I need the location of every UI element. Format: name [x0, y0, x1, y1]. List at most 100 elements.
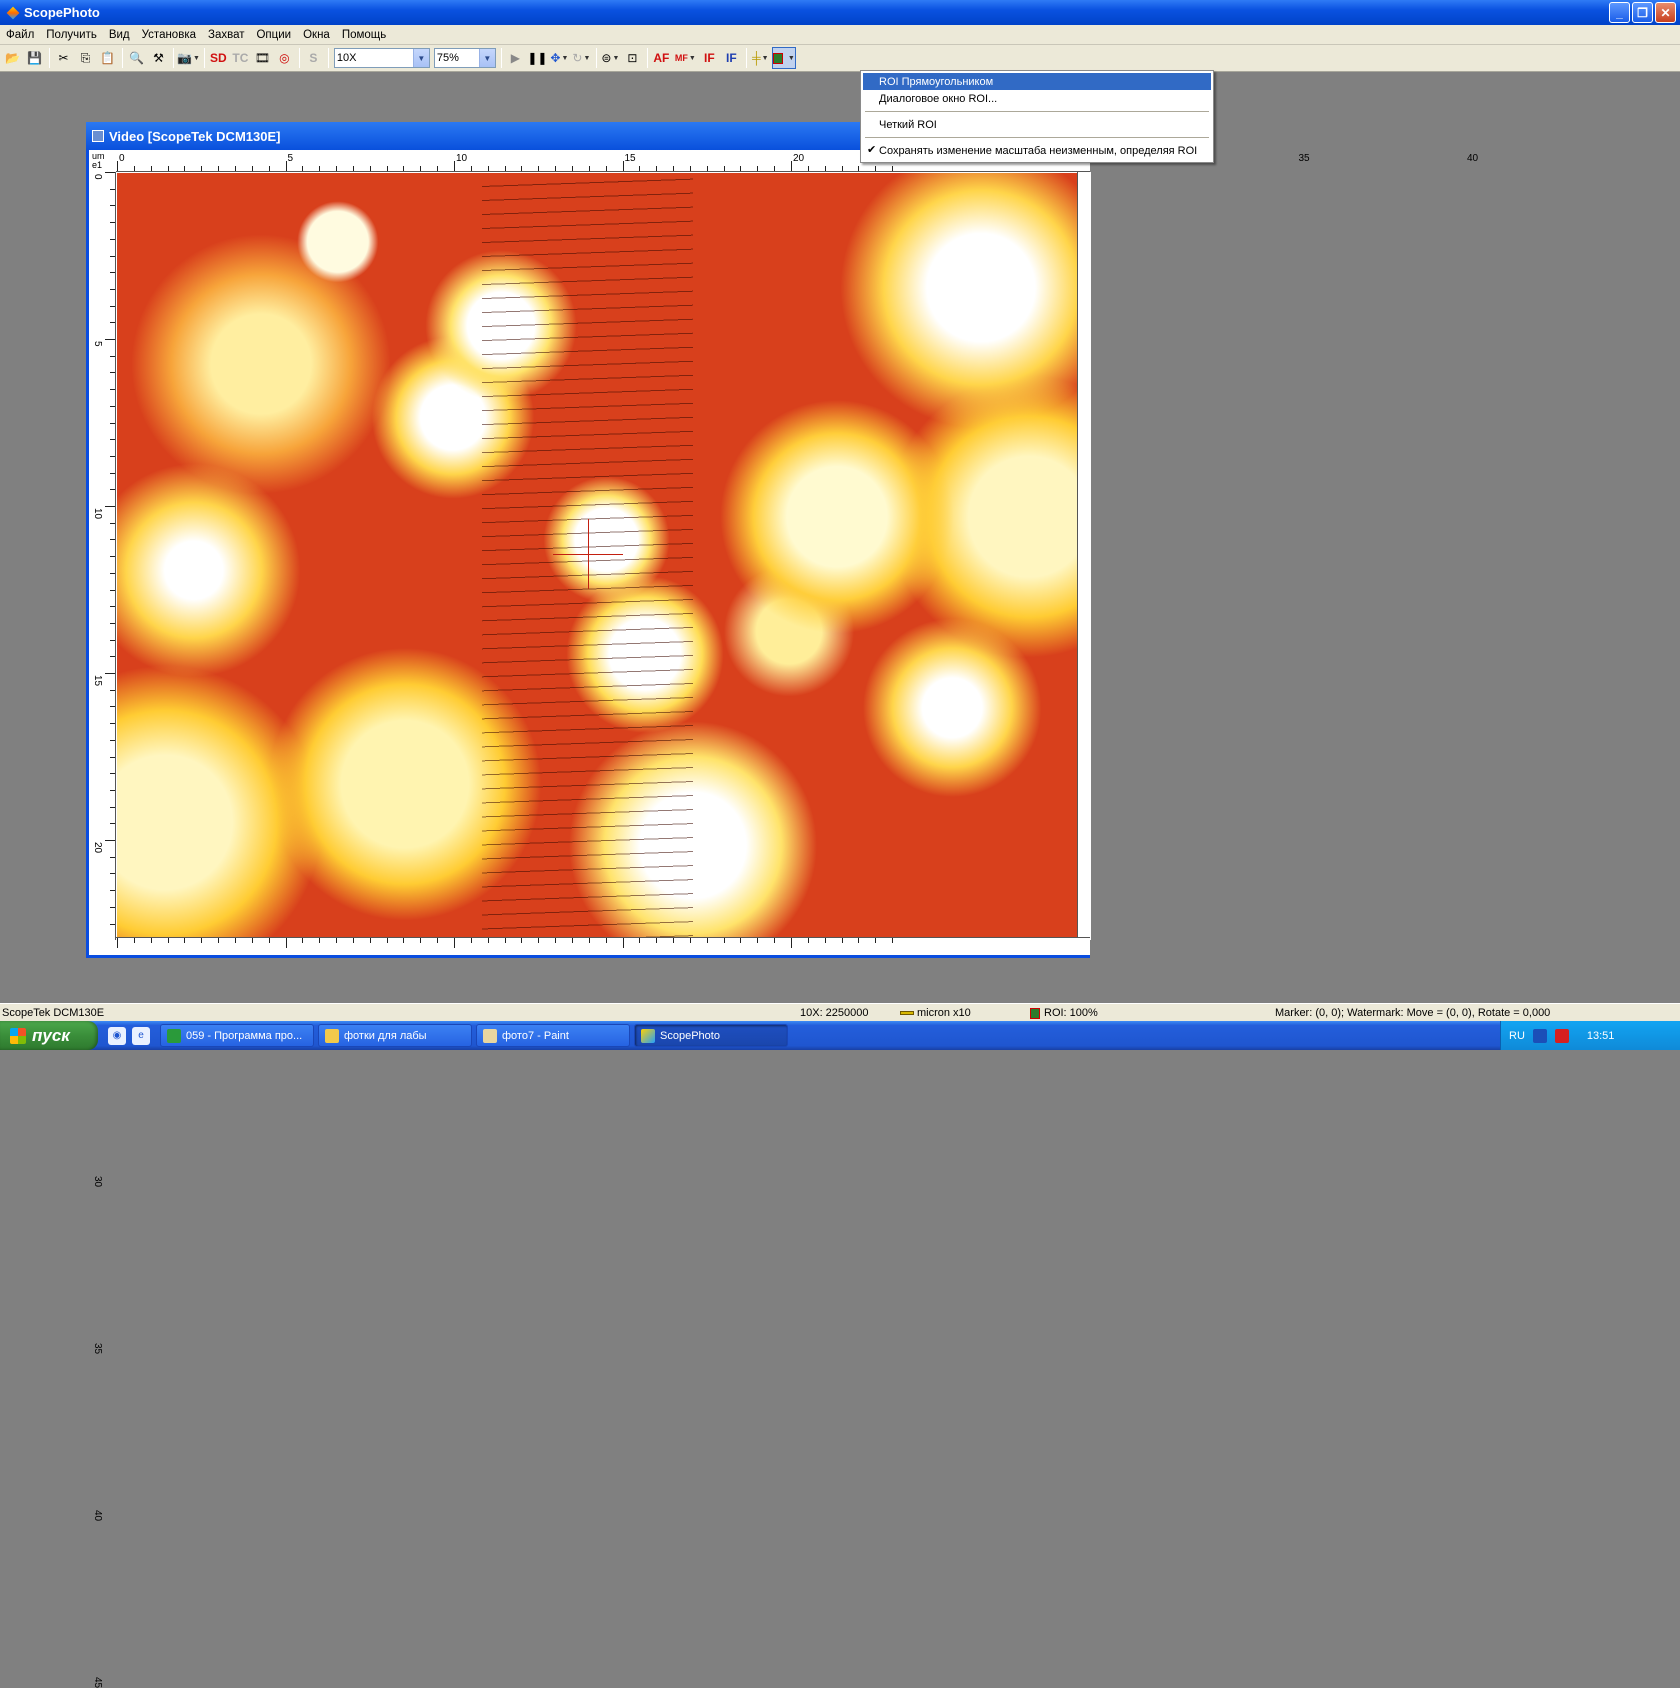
ruler-tick [521, 938, 523, 943]
menu-acquire[interactable]: Получить [40, 29, 103, 41]
ruler-tick [774, 938, 776, 943]
ruler-left-label: 35 [92, 1343, 103, 1355]
video-window[interactable]: Video [ScopeTek DCM130E] ume1 0510152025… [86, 122, 1478, 1688]
magnification-select[interactable]: 10X ▼ [333, 48, 430, 68]
tc-button[interactable]: TC [230, 47, 251, 69]
overlay-icon[interactable]: ⊜ ▼ [600, 47, 621, 69]
menu-help[interactable]: Помощь [336, 29, 392, 41]
microscope-image[interactable] [117, 173, 1077, 937]
minimize-button[interactable]: _ [1609, 2, 1630, 23]
taskbar-item-paint[interactable]: фото7 - Paint [476, 1024, 630, 1047]
if-blue-button[interactable]: IF [721, 47, 742, 69]
ruler-tick [706, 166, 708, 171]
ruler-tick [656, 166, 658, 171]
ruler-tick [285, 938, 287, 948]
app-titlebar[interactable]: ScopePhoto _ ❐ ✕ [0, 0, 1680, 25]
menu-item-keep-scale[interactable]: ✔ Сохранять изменение масштаба неизменным… [863, 142, 1211, 159]
ruler-tick [117, 938, 118, 948]
ruler-tick [605, 166, 607, 171]
ruler-tick [110, 305, 115, 307]
copy-icon[interactable]: ⎘ [75, 47, 96, 69]
ruler-tick [110, 873, 115, 875]
open-folder-icon[interactable]: 📂 [2, 47, 23, 69]
menu-setup[interactable]: Установка [136, 29, 202, 41]
camera-icon[interactable]: 📷 ▼ [177, 47, 200, 69]
ruler-top-label: 5 [287, 153, 294, 164]
ruler-tick [875, 166, 877, 171]
film-icon[interactable]: 🎞 [252, 47, 273, 69]
ruler-tick [858, 166, 860, 171]
ruler-icon[interactable]: ╪ ▼ [750, 47, 771, 69]
menu-options[interactable]: Опции [250, 29, 297, 41]
menu-windows[interactable]: Окна [297, 29, 336, 41]
taskbar-item-scopephoto[interactable]: ScopePhoto [634, 1024, 788, 1047]
menu-item-roi-dialog[interactable]: Диалоговое окно ROI... [863, 90, 1211, 107]
ruler-left-label: 0 [92, 174, 103, 180]
browser-quicklaunch-icon[interactable]: ◉ [108, 1026, 126, 1045]
af-button[interactable]: AF [651, 47, 672, 69]
ruler-tick [110, 890, 115, 892]
ruler-tick [841, 938, 843, 943]
ruler-tick [110, 706, 115, 708]
main-toolbar: 📂 💾 ✂ ⎘ 📋 🔍 ⚒ 📷 ▼ SD TC 🎞 ◎ S 10X ▼ 75% ▼… [0, 45, 1680, 72]
menu-file[interactable]: Файл [0, 29, 40, 41]
menu-item-clear-roi[interactable]: Четкий ROI [863, 116, 1211, 133]
ruler-tick [571, 166, 573, 171]
ruler-tick [302, 938, 304, 943]
ruler-tick [110, 522, 115, 524]
taskbar-item-folder[interactable]: фотки для лабы [318, 1024, 472, 1047]
ruler-tick [234, 166, 236, 171]
statusbar: ScopeTek DCM130E 10X: 2250000 micron x10… [0, 1003, 1680, 1021]
ruler-tick [757, 166, 759, 171]
language-indicator[interactable]: RU [1509, 1030, 1525, 1042]
menu-view[interactable]: Вид [103, 29, 136, 41]
rotate-icon[interactable]: ↻ ▼ [571, 47, 592, 69]
ruler-right [1077, 172, 1091, 940]
ruler-tick [201, 166, 203, 171]
ruler-tick [110, 756, 115, 758]
pause-icon[interactable]: ❚❚ [527, 47, 548, 69]
taskbar-item-program[interactable]: 059 - Программа про... [160, 1024, 314, 1047]
ruler-tick [234, 938, 236, 943]
tray-arrow-icon[interactable] [1532, 1028, 1547, 1043]
ruler-tick [110, 556, 115, 558]
ruler-tick [167, 166, 169, 171]
move-icon[interactable]: ✥ ▼ [549, 47, 570, 69]
chevron-down-icon[interactable]: ▼ [478, 49, 495, 67]
ruler-tick [403, 938, 405, 943]
ruler-top-label: 20 [793, 153, 805, 164]
save-icon[interactable]: 💾 [24, 47, 45, 69]
menu-item-roi-rectangle[interactable]: ROI Прямоугольником [863, 73, 1211, 90]
ruler-tick [110, 205, 115, 207]
record-icon[interactable]: ◎ [274, 47, 295, 69]
grid-icon[interactable]: ⊡ [622, 47, 643, 69]
if-red-button[interactable]: IF [699, 47, 720, 69]
ie-quicklaunch-icon[interactable]: e [132, 1026, 150, 1045]
sd-button[interactable]: SD [208, 47, 229, 69]
antivirus-icon[interactable] [1554, 1028, 1569, 1043]
menu-separator [865, 111, 1209, 112]
tools-icon[interactable]: ⚒ [148, 47, 169, 69]
chevron-down-icon[interactable]: ▼ [412, 49, 429, 67]
ruler-tick [105, 339, 115, 340]
mf-button[interactable]: MF ▼ [673, 47, 698, 69]
play-icon[interactable]: ▶ [505, 47, 526, 69]
paste-icon[interactable]: 📋 [97, 47, 118, 69]
start-button[interactable]: пуск [0, 1021, 98, 1050]
ruler-tick [521, 166, 523, 171]
s-button[interactable]: S [303, 47, 324, 69]
cut-icon[interactable]: ✂ [53, 47, 74, 69]
zoom-select[interactable]: 75% ▼ [433, 48, 496, 68]
menu-capture[interactable]: Захват [202, 29, 250, 41]
ruler-tick [689, 938, 691, 943]
magnification-value: 10X [336, 52, 357, 64]
ruler-tick [117, 161, 118, 171]
ruler-tick [386, 166, 388, 171]
ruler-tick [875, 938, 877, 943]
roi-dropdown-button[interactable]: ▼ [771, 47, 796, 69]
close-button[interactable]: ✕ [1655, 2, 1676, 23]
ruler-tick [110, 773, 115, 775]
restore-button[interactable]: ❐ [1632, 2, 1653, 23]
preview-icon[interactable]: 🔍 [126, 47, 147, 69]
ruler-tick [403, 166, 405, 171]
